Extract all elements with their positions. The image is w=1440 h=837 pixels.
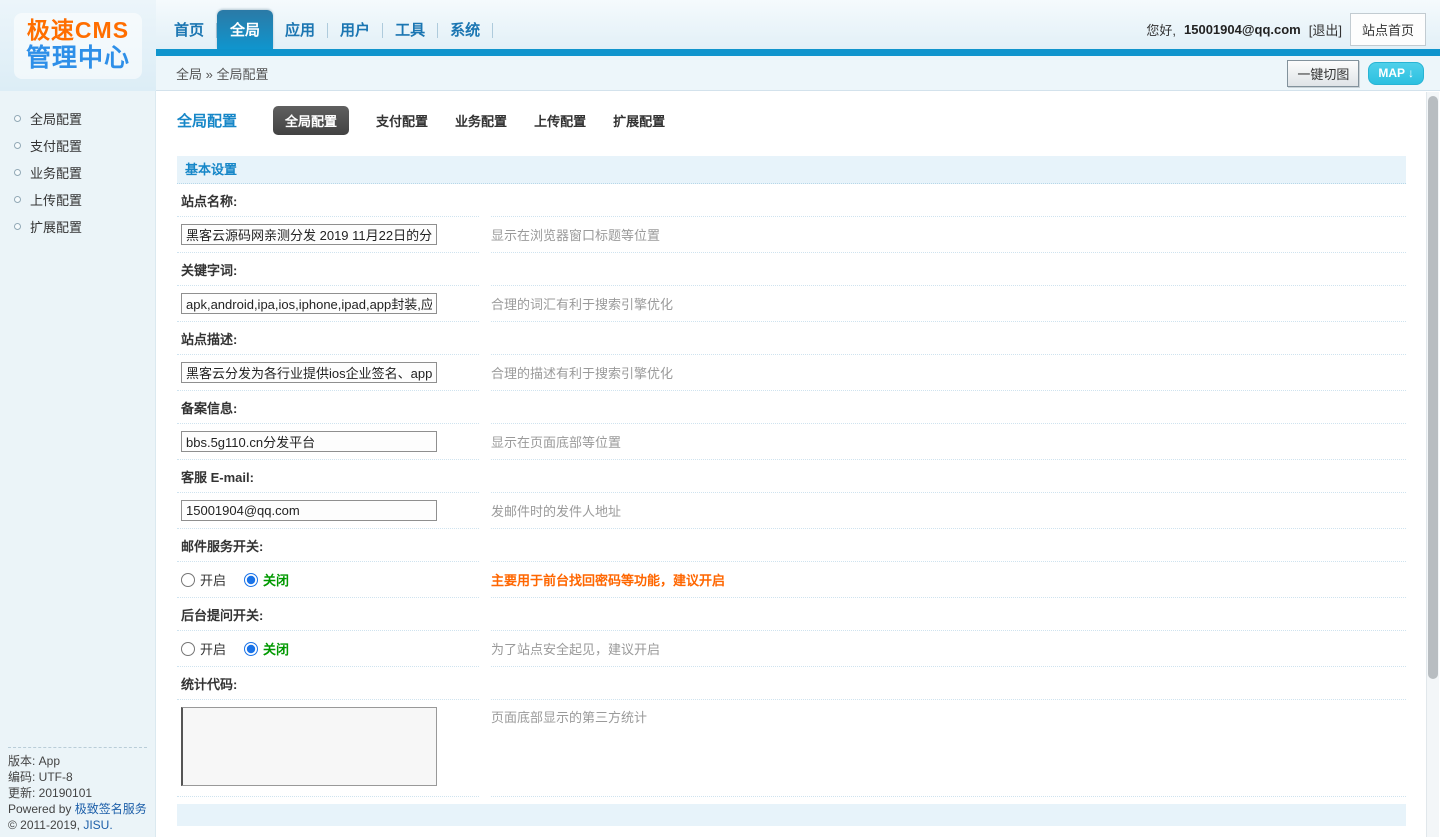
admin-page: 极速CMS 管理中心 首页 全局 应用 用户 工具 系统 您好, 1500190… bbox=[0, 0, 1440, 837]
app-logo: 极速CMS 管理中心 bbox=[14, 13, 142, 79]
top-nav: 首页 全局 应用 用户 工具 系统 您好, 15001904@qq.com [退… bbox=[156, 0, 1440, 49]
nav-item-users[interactable]: 用户 bbox=[328, 13, 382, 49]
user-email: 15001904@qq.com bbox=[1184, 22, 1301, 37]
sidebar-item-upload-config[interactable]: 上传配置 bbox=[0, 186, 155, 213]
map-button-label: MAP bbox=[1378, 66, 1405, 80]
sidebar-item-payment-config[interactable]: 支付配置 bbox=[0, 132, 155, 159]
circle-bullet-icon bbox=[14, 169, 21, 176]
powered-link[interactable]: 极致签名服务 bbox=[75, 802, 147, 816]
tab-business-config[interactable]: 业务配置 bbox=[455, 111, 507, 130]
field-keywords: 关键字词: 合理的词汇有利于搜索引擎优化 bbox=[177, 253, 1406, 322]
greeting-text: 您好, bbox=[1146, 20, 1176, 39]
field-admin-question-switch: 后台提问开关: 开启 关闭 为了站点安全起见，建议开启 bbox=[177, 598, 1406, 667]
nav-item-global[interactable]: 全局 bbox=[217, 10, 273, 49]
question-switch-off-radio[interactable] bbox=[244, 642, 258, 656]
down-arrow-icon: ↓ bbox=[1408, 66, 1414, 80]
title-row: 全局配置 全局配置 支付配置 业务配置 上传配置 扩展配置 bbox=[177, 107, 1406, 133]
tab-payment-config[interactable]: 支付配置 bbox=[376, 111, 428, 130]
question-switch-on-radio[interactable] bbox=[181, 642, 195, 656]
question-switch-off-option[interactable]: 关闭 bbox=[244, 639, 289, 658]
nav-separator bbox=[492, 23, 493, 38]
body-row: 全局配置 支付配置 业务配置 上传配置 扩展配置 版本: App 编码: UTF… bbox=[0, 91, 1440, 837]
logout-link[interactable]: [退出] bbox=[1309, 20, 1342, 39]
circle-bullet-icon bbox=[14, 115, 21, 122]
mail-switch-off-option[interactable]: 关闭 bbox=[244, 570, 289, 589]
version-text: 版本: App bbox=[8, 753, 147, 769]
tab-extension-config[interactable]: 扩展配置 bbox=[613, 111, 665, 130]
field-label: 邮件服务开关: bbox=[181, 536, 263, 555]
user-bar: 您好, 15001904@qq.com [退出] 站点首页 bbox=[1146, 13, 1426, 46]
encoding-text: 编码: UTF-8 bbox=[8, 769, 147, 785]
nav-item-tools[interactable]: 工具 bbox=[383, 13, 437, 49]
keywords-input[interactable] bbox=[181, 293, 437, 314]
field-label: 客服 E-mail: bbox=[181, 467, 254, 486]
nav-item-system[interactable]: 系统 bbox=[438, 13, 492, 49]
field-label: 后台提问开关: bbox=[181, 605, 263, 624]
sidebar-item-extension-config[interactable]: 扩展配置 bbox=[0, 213, 155, 240]
logo-line2: 管理中心 bbox=[26, 44, 130, 73]
logo-area: 极速CMS 管理中心 bbox=[0, 0, 156, 91]
header-right: 首页 全局 应用 用户 工具 系统 您好, 15001904@qq.com [退… bbox=[156, 0, 1440, 91]
logo-line1: 极速CMS bbox=[26, 17, 130, 44]
field-help: 页面底部显示的第三方统计 bbox=[491, 707, 647, 726]
field-service-email: 客服 E-mail: 发邮件时的发件人地址 bbox=[177, 460, 1406, 529]
header: 极速CMS 管理中心 首页 全局 应用 用户 工具 系统 您好, 1500190… bbox=[0, 0, 1440, 91]
question-switch-on-option[interactable]: 开启 bbox=[181, 639, 226, 658]
field-site-description: 站点描述: 合理的描述有利于搜索引擎优化 bbox=[177, 322, 1406, 391]
breadcrumb: 全局 » 全局配置 bbox=[176, 64, 268, 83]
field-label: 统计代码: bbox=[181, 674, 237, 693]
field-statistics-code: 统计代码: 页面底部显示的第三方统计 bbox=[177, 667, 1406, 797]
field-help: 为了站点安全起见，建议开启 bbox=[491, 639, 660, 658]
site-description-input[interactable] bbox=[181, 362, 437, 383]
field-help: 合理的词汇有利于搜索引擎优化 bbox=[491, 294, 673, 313]
sidebar-footer: 版本: App 编码: UTF-8 更新: 20190101 Powered b… bbox=[8, 747, 147, 833]
tab-upload-config[interactable]: 上传配置 bbox=[534, 111, 586, 130]
field-icp-info: 备案信息: 显示在页面底部等位置 bbox=[177, 391, 1406, 460]
updated-text: 更新: 20190101 bbox=[8, 785, 147, 801]
field-mail-service-switch: 邮件服务开关: 开启 关闭 主要用于前台找回密码等功能，建议开启 bbox=[177, 529, 1406, 598]
map-button[interactable]: MAP↓ bbox=[1368, 62, 1424, 85]
site-home-button[interactable]: 站点首页 bbox=[1350, 13, 1426, 46]
site-name-input[interactable] bbox=[181, 224, 437, 245]
field-help: 发邮件时的发件人地址 bbox=[491, 501, 621, 520]
circle-bullet-icon bbox=[14, 223, 21, 230]
field-site-name: 站点名称: 显示在浏览器窗口标题等位置 bbox=[177, 184, 1406, 253]
field-help: 合理的描述有利于搜索引擎优化 bbox=[491, 363, 673, 382]
statistics-code-textarea[interactable] bbox=[181, 707, 437, 786]
sidebar-item-business-config[interactable]: 业务配置 bbox=[0, 159, 155, 186]
field-help-warning: 主要用于前台找回密码等功能，建议开启 bbox=[491, 570, 725, 589]
powered-by: Powered by 极致签名服务 bbox=[8, 801, 147, 817]
next-section-header-partial bbox=[177, 804, 1406, 826]
field-label: 站点描述: bbox=[181, 329, 237, 348]
scrollbar-thumb[interactable] bbox=[1428, 96, 1438, 679]
circle-bullet-icon bbox=[14, 142, 21, 149]
breadcrumb-actions: 一键切图 MAP↓ bbox=[1287, 60, 1424, 87]
icp-info-input[interactable] bbox=[181, 431, 437, 452]
vertical-scrollbar[interactable] bbox=[1426, 92, 1439, 837]
main-content: 全局配置 全局配置 支付配置 业务配置 上传配置 扩展配置 基本设置 站点名称:… bbox=[156, 91, 1440, 837]
page-title: 全局配置 bbox=[177, 110, 237, 131]
sidebar-item-global-config[interactable]: 全局配置 bbox=[0, 105, 155, 132]
mail-switch-on-radio[interactable] bbox=[181, 573, 195, 587]
section-header-basic-settings: 基本设置 bbox=[177, 156, 1406, 184]
one-click-cut-button[interactable]: 一键切图 bbox=[1287, 60, 1359, 87]
mail-switch-on-option[interactable]: 开启 bbox=[181, 570, 226, 589]
sidebar: 全局配置 支付配置 业务配置 上传配置 扩展配置 版本: App 编码: UTF… bbox=[0, 91, 156, 837]
nav-item-apps[interactable]: 应用 bbox=[273, 13, 327, 49]
nav-item-home[interactable]: 首页 bbox=[162, 13, 216, 49]
circle-bullet-icon bbox=[14, 196, 21, 203]
field-label: 站点名称: bbox=[181, 191, 237, 210]
service-email-input[interactable] bbox=[181, 500, 437, 521]
accent-bar bbox=[156, 49, 1440, 56]
breadcrumb-bar: 全局 » 全局配置 一键切图 MAP↓ bbox=[156, 56, 1440, 91]
field-help: 显示在页面底部等位置 bbox=[491, 432, 621, 451]
field-label: 备案信息: bbox=[181, 398, 237, 417]
config-tabs: 全局配置 支付配置 业务配置 上传配置 扩展配置 bbox=[273, 106, 665, 135]
tab-global-config[interactable]: 全局配置 bbox=[273, 106, 349, 135]
mail-switch-off-radio[interactable] bbox=[244, 573, 258, 587]
copyright-link[interactable]: JISU. bbox=[83, 818, 112, 832]
field-label: 关键字词: bbox=[181, 260, 237, 279]
field-help: 显示在浏览器窗口标题等位置 bbox=[491, 225, 660, 244]
copyright: © 2011-2019, JISU. bbox=[8, 817, 147, 833]
